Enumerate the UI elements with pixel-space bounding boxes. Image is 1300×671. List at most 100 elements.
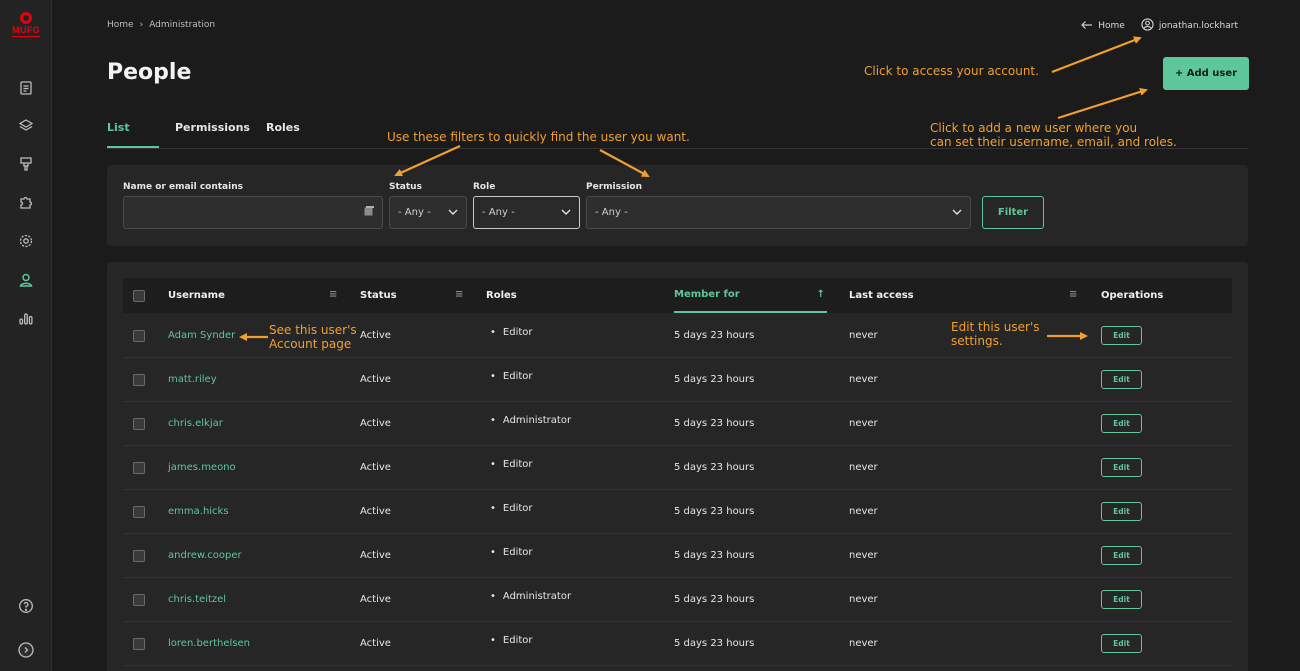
row-checkbox[interactable]: [133, 622, 145, 665]
last-access-text: never: [849, 330, 878, 341]
table-row: andrew.cooper Active • Editor 5 days 23 hour…: [123, 534, 1232, 578]
chart-icon[interactable]: [14, 306, 38, 330]
home-link-label: Home: [1098, 21, 1125, 31]
document-icon[interactable]: [14, 76, 38, 100]
username-link[interactable]: emma.hicks: [168, 490, 229, 533]
edit-button[interactable]: Edit: [1101, 502, 1142, 521]
filter-button[interactable]: Filter: [982, 196, 1044, 229]
edit-cell: Edit: [1101, 578, 1142, 621]
column-username[interactable]: Username: [168, 278, 225, 313]
last-access-text: never: [849, 594, 878, 605]
edit-button[interactable]: Edit: [1101, 326, 1142, 345]
edit-button[interactable]: Edit: [1101, 634, 1142, 653]
member-for-text: 5 days 23 hours: [674, 506, 755, 517]
annotation-account: Click to access your account.: [864, 64, 1039, 78]
edit-button[interactable]: Edit: [1101, 546, 1142, 565]
status-text: Active: [360, 506, 391, 517]
puzzle-icon[interactable]: [14, 190, 38, 214]
row-checkbox[interactable]: [133, 578, 145, 621]
row-checkbox[interactable]: [133, 534, 145, 577]
username-link[interactable]: Adam Synder: [168, 314, 235, 357]
name-filter-input[interactable]: [123, 196, 383, 229]
edit-button[interactable]: Edit: [1101, 590, 1142, 609]
status-text: Active: [360, 330, 391, 341]
status-text: Active: [360, 638, 391, 649]
column-roles: Roles: [486, 290, 517, 301]
username-link[interactable]: chris.elkjar: [168, 402, 223, 445]
member-for-text: 5 days 23 hours: [674, 374, 755, 385]
username-link[interactable]: chris.teitzel: [168, 578, 226, 621]
member-for-text: 5 days 23 hours: [674, 550, 755, 561]
name-filter-label: Name or email contains: [123, 182, 243, 192]
username-link[interactable]: james.meono: [168, 446, 236, 489]
table-row: chris.elkjar Active • Administrator 5 days 2…: [123, 402, 1232, 446]
member-for-text: 5 days 23 hours: [674, 418, 755, 429]
brand-logo[interactable]: MUFG: [6, 12, 46, 37]
column-last-access[interactable]: Last access: [849, 278, 914, 313]
tab-permissions[interactable]: Permissions: [175, 118, 250, 148]
member-for-text: 5 days 23 hours: [674, 462, 755, 473]
sort-icon[interactable]: ≡: [329, 289, 337, 300]
member-for-text: 5 days 23 hours: [674, 330, 755, 341]
logo-text: MUFG: [12, 25, 40, 35]
home-link[interactable]: Home: [1081, 20, 1125, 33]
layers-icon[interactable]: [14, 114, 38, 138]
chevron-down-icon: [952, 207, 962, 218]
status-text: Active: [360, 594, 391, 605]
role-item: • Editor: [490, 635, 533, 646]
chevron-down-icon: [448, 207, 458, 218]
breadcrumb-current[interactable]: Administration: [149, 20, 215, 30]
edit-cell: Edit: [1101, 358, 1142, 401]
breadcrumb-home[interactable]: Home: [107, 20, 134, 30]
arrow-up-icon: ↑: [816, 289, 825, 300]
add-user-button[interactable]: + Add user: [1163, 57, 1249, 90]
edit-cell: Edit: [1101, 314, 1142, 357]
permission-select[interactable]: - Any -: [586, 196, 971, 229]
sort-icon[interactable]: ≡: [1069, 289, 1077, 300]
row-checkbox[interactable]: [133, 402, 145, 445]
status-select[interactable]: - Any -: [389, 196, 467, 229]
column-member-for[interactable]: Member for ↑: [674, 278, 827, 313]
table-row: chris.teitzel Active • Administrator 5 days …: [123, 578, 1232, 622]
edit-cell: Edit: [1101, 534, 1142, 577]
account-link[interactable]: jonathan.lockhart: [1141, 18, 1238, 34]
row-checkbox[interactable]: [133, 314, 145, 357]
annotation-edit: Edit this user's settings.: [951, 320, 1040, 348]
role-select[interactable]: - Any -: [473, 196, 580, 229]
last-access-text: never: [849, 506, 878, 517]
username-link[interactable]: matt.riley: [168, 358, 217, 401]
role-item: • Editor: [490, 459, 533, 470]
row-checkbox[interactable]: [133, 446, 145, 489]
row-checkbox[interactable]: [133, 358, 145, 401]
help-icon[interactable]: [14, 594, 38, 618]
expand-icon[interactable]: [14, 638, 38, 662]
role-item: • Administrator: [490, 591, 572, 602]
select-all-checkbox[interactable]: [133, 278, 145, 313]
row-checkbox[interactable]: [133, 490, 145, 533]
table-row: matt.riley Active • Editor 5 days 23 hours ne…: [123, 358, 1232, 402]
top-right-nav: Home jonathan.lockhart: [1081, 18, 1238, 34]
table-row: james.meono Active • Editor 5 days 23 hours n…: [123, 446, 1232, 490]
column-status[interactable]: Status: [360, 278, 397, 313]
last-access-text: never: [849, 550, 878, 561]
role-item: • Editor: [490, 547, 533, 558]
brush-icon[interactable]: [14, 152, 38, 176]
status-text: Active: [360, 550, 391, 561]
username-link[interactable]: loren.berthelsen: [168, 622, 250, 665]
last-access-text: never: [849, 374, 878, 385]
edit-button[interactable]: Edit: [1101, 458, 1142, 477]
tab-list[interactable]: List: [107, 118, 159, 148]
sort-icon[interactable]: ≡: [455, 289, 463, 300]
status-filter-label: Status: [389, 182, 422, 192]
edit-button[interactable]: Edit: [1101, 414, 1142, 433]
username-link[interactable]: andrew.cooper: [168, 534, 242, 577]
user-icon[interactable]: [14, 268, 38, 292]
breadcrumb: Home › Administration: [107, 20, 215, 30]
arrow-left-icon: [1081, 20, 1093, 33]
member-for-text: 5 days 23 hours: [674, 638, 755, 649]
gear-icon[interactable]: [14, 229, 38, 253]
role-item: • Editor: [490, 503, 533, 514]
annotation-add-user: Click to add a new user where you can se…: [930, 121, 1177, 149]
tab-roles[interactable]: Roles: [266, 118, 300, 148]
edit-button[interactable]: Edit: [1101, 370, 1142, 389]
